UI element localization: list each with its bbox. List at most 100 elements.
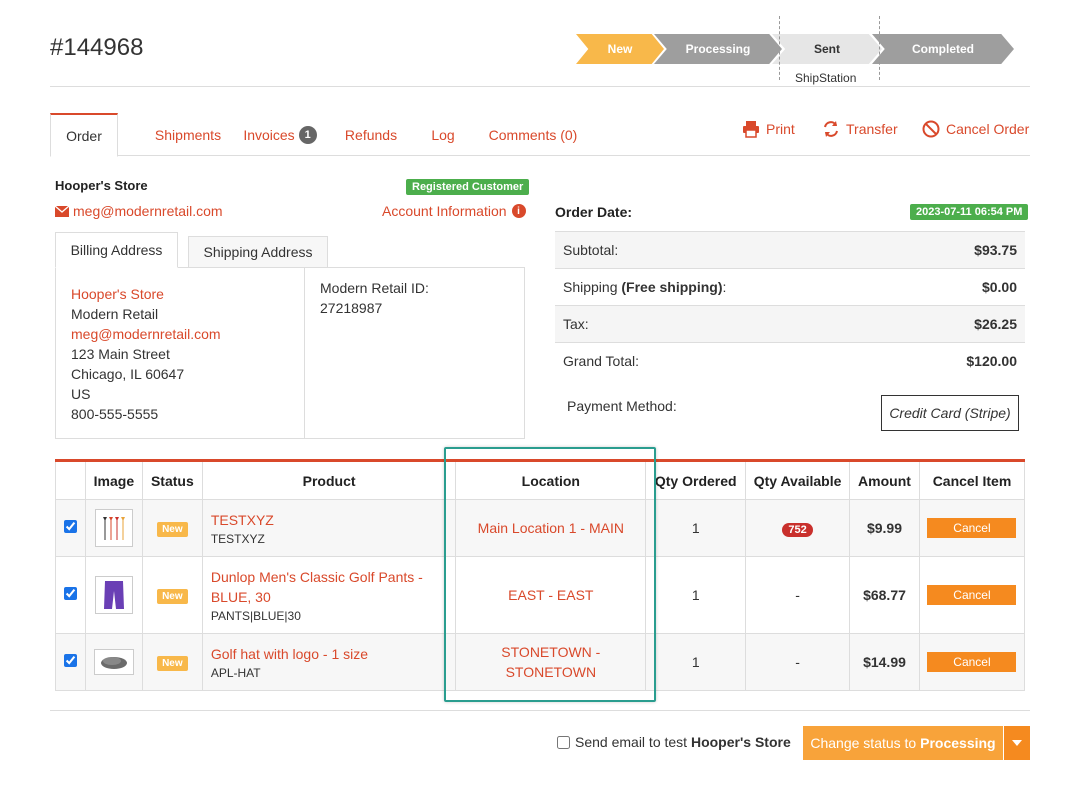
payment-method-value: Credit Card (Stripe)	[881, 395, 1019, 431]
header-qty-available: Qty Available	[745, 460, 851, 500]
status-cell: New	[141, 556, 203, 634]
grand-total-label: Grand Total:	[563, 353, 640, 369]
golf-hat-thumbnail[interactable]	[93, 649, 134, 675]
row-select-checkbox[interactable]	[63, 520, 77, 533]
product-image-cell	[84, 499, 143, 557]
transfer-label: Transfer	[846, 121, 898, 137]
tab-shipping-address[interactable]: Shipping Address	[188, 236, 328, 268]
address-company: Modern Retail	[71, 306, 159, 322]
tab-shipments[interactable]: Shipments	[135, 113, 241, 156]
cancel-item-cell: Cancel	[918, 556, 1026, 634]
product-name-link[interactable]: Golf hat with logo - 1 size	[211, 644, 456, 664]
subtotal-row: Subtotal: $93.75	[555, 231, 1025, 268]
address-street: 123 Main Street	[71, 346, 170, 362]
change-status-dropdown-toggle[interactable]	[1004, 726, 1030, 760]
account-information-link[interactable]: Account Information i	[382, 203, 526, 219]
change-status-button[interactable]: Change status to Processing	[803, 726, 1003, 760]
row-select-checkbox[interactable]	[63, 654, 77, 667]
send-email-label: Send email to test Hooper's Store	[575, 734, 791, 750]
tax-row: Tax: $26.25	[555, 305, 1025, 342]
golf-tees-icon	[102, 517, 125, 540]
envelope-icon	[55, 205, 69, 217]
tab-order[interactable]: Order	[50, 113, 118, 157]
order-status-pipeline: New Processing Sent Completed	[576, 34, 1016, 64]
product-cell: TESTXYZ TESTXYZ	[201, 499, 457, 557]
cancel-item-button[interactable]: Cancel	[927, 518, 1017, 538]
subtotal-value: $93.75	[974, 242, 1017, 258]
customer-email: meg@modernretail.com	[73, 203, 223, 219]
order-items-table: Image Status Product Location Qty Ordere…	[55, 459, 1026, 691]
golf-pants-thumbnail[interactable]	[94, 576, 133, 614]
location-cell: EAST - EAST	[455, 556, 647, 634]
cancel-item-button[interactable]: Cancel	[927, 585, 1017, 605]
address-city: Chicago, IL 60647	[71, 366, 185, 382]
header-cancel-item: Cancel Item	[918, 460, 1026, 500]
info-icon: i	[511, 204, 526, 218]
tab-refunds[interactable]: Refunds	[340, 113, 402, 156]
tab-billing-address[interactable]: Billing Address	[55, 232, 178, 268]
transfer-button[interactable]: Transfer	[822, 120, 898, 138]
send-email-option[interactable]: Send email to test Hooper's Store	[557, 734, 791, 750]
tab-comments[interactable]: Comments (0)	[487, 113, 579, 156]
location-cell: STONETOWN - STONETOWN	[455, 633, 647, 691]
location-link[interactable]: Main Location 1 - MAIN	[456, 518, 645, 538]
status-step-new[interactable]: New	[576, 34, 664, 64]
cancel-item-button[interactable]: Cancel	[927, 652, 1017, 672]
order-number: #144968	[50, 34, 144, 61]
ban-icon	[922, 120, 940, 138]
address-name-link[interactable]: Hooper's Store	[71, 284, 221, 304]
qty-available: -	[745, 556, 851, 634]
grand-total-row: Grand Total: $120.00	[555, 342, 1025, 379]
cancel-order-button[interactable]: Cancel Order	[922, 120, 1029, 138]
footer-divider	[50, 710, 1030, 711]
qty-ordered: 1	[645, 499, 747, 557]
shipping-value: $0.00	[981, 279, 1017, 295]
billing-address: Hooper's Store Modern Retail meg@modernr…	[71, 284, 221, 424]
status-step-processing[interactable]: Processing	[654, 34, 782, 64]
product-sku: PANTS|BLUE|30	[210, 609, 301, 623]
customer-email-link[interactable]: meg@modernretail.com	[55, 203, 223, 219]
golf-tees-thumbnail[interactable]	[94, 509, 133, 547]
product-name-link[interactable]: Dunlop Men's Classic Golf Pants - BLUE, …	[211, 567, 456, 607]
status-badge: New	[157, 522, 188, 537]
account-information-label: Account Information	[382, 203, 507, 219]
qty-ordered: 1	[645, 633, 747, 691]
shipstation-label: ShipStation	[795, 71, 857, 85]
qty-available-cell: 752	[745, 499, 851, 557]
product-name-link[interactable]: TESTXYZ	[211, 510, 456, 530]
qty-available: -	[745, 633, 851, 691]
header-image: Image	[84, 460, 143, 500]
shipping-label-wrap: Shipping (Free shipping):	[563, 279, 726, 295]
invoices-count-badge: 1	[298, 125, 317, 144]
status-step-completed[interactable]: Completed	[872, 34, 1014, 64]
status-step-sent[interactable]: Sent	[772, 34, 882, 64]
order-date-badge: 2023-07-11 06:54 PM	[910, 204, 1029, 220]
tab-log[interactable]: Log	[428, 113, 458, 156]
header-product: Product	[201, 460, 457, 500]
caret-down-icon	[1012, 740, 1022, 746]
status-badge: New	[157, 589, 188, 604]
location-link[interactable]: STONETOWN - STONETOWN	[456, 642, 645, 682]
row-select-cell	[55, 499, 86, 557]
address-email-link[interactable]: meg@modernretail.com	[71, 324, 221, 344]
header-divider	[50, 86, 1030, 87]
header-qty-ordered: Qty Ordered	[645, 460, 747, 500]
header-select	[55, 460, 86, 500]
pants-icon	[103, 581, 124, 609]
send-email-store: Hooper's Store	[690, 734, 791, 750]
address-phone: 800-555-5555	[71, 406, 159, 422]
cancel-item-cell: Cancel	[918, 499, 1026, 557]
order-date-label: Order Date:	[555, 204, 633, 220]
address-panel-divider	[304, 268, 305, 438]
header-location: Location	[455, 460, 647, 500]
row-select-checkbox[interactable]	[63, 587, 77, 600]
send-email-checkbox[interactable]	[557, 735, 570, 749]
tab-invoices[interactable]: Invoices 1	[235, 113, 325, 156]
shipstation-divider-right	[879, 16, 880, 80]
table-row: New TESTXYZ TESTXYZ Main Location 1 - MA…	[55, 499, 1026, 557]
shipping-label: Shipping	[563, 279, 618, 295]
location-link[interactable]: EAST - EAST	[456, 585, 645, 605]
product-cell: Golf hat with logo - 1 size APL-HAT	[201, 633, 457, 691]
table-row: New Golf hat with logo - 1 size APL-HAT …	[55, 633, 1026, 691]
print-button[interactable]: Print	[742, 120, 795, 138]
